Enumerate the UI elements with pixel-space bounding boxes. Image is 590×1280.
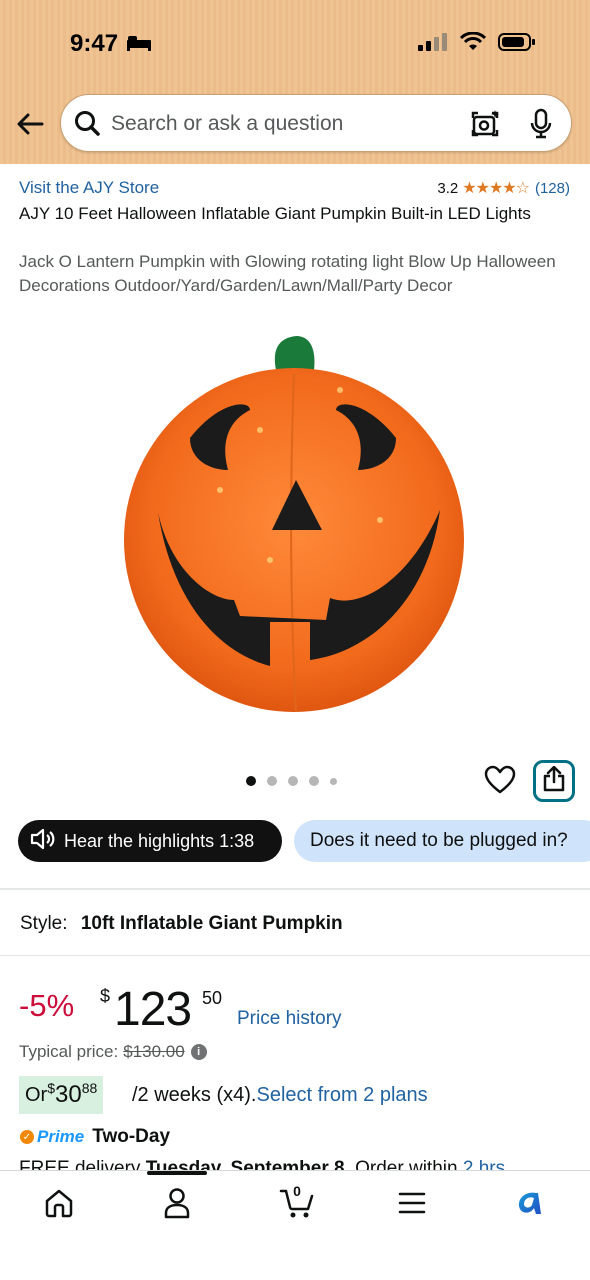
price-fraction: 50 [202,988,223,1008]
rufus-icon[interactable] [512,1186,548,1220]
visit-store-link[interactable]: Visit the AJY Store [19,178,159,198]
two-day-label: Two-Day [92,1126,171,1147]
question-chip[interactable]: Does it need to be plugged in? [294,820,590,862]
style-value: 10ft Inflatable Giant Pumpkin [80,913,343,934]
section-divider [0,955,590,956]
plan-details: /2 weeks (x4).Select from 2 plans [132,1084,428,1107]
speaker-icon [30,828,56,855]
typical-price-value: $130.00 [123,1042,185,1061]
hear-highlights-button[interactable]: Hear the highlights 1:38 [18,820,282,862]
section-divider [0,888,590,890]
installment-plan-badge: Or $ 30 88 [19,1076,104,1114]
typical-price: Typical price: $130.00 i [19,1042,207,1062]
price-whole: 123 [114,983,192,1036]
carousel-dot[interactable] [246,776,256,786]
wifi-icon [459,31,487,57]
share-button[interactable] [533,760,575,802]
home-icon[interactable] [41,1186,77,1220]
plan-cents: 88 [81,1080,98,1096]
carousel-dot[interactable] [309,776,319,786]
delivery-date: Tuesday, September 8 [145,1158,345,1170]
rating-count[interactable]: (128) [535,180,570,197]
star-rating-icon: ★★★★☆ [462,180,530,197]
camera-search-icon[interactable] [469,108,501,145]
rating-summary[interactable]: 3.2 ★★★★☆ (128) [437,178,570,198]
plan-prefix: Or [25,1083,48,1106]
delivery-middle: . Order within [344,1158,463,1170]
status-icons [418,31,536,57]
price-currency: $ [100,986,111,1006]
product-image[interactable] [110,330,480,730]
rating-value: 3.2 [437,179,459,197]
back-arrow-icon[interactable] [14,108,46,140]
style-label: Style: [20,913,68,934]
status-time: 9:47 [70,30,119,57]
discount-percent: -5% [19,988,75,1023]
carousel-dot[interactable] [267,776,277,786]
menu-icon[interactable] [394,1186,430,1220]
style-selector[interactable]: Style: 10ft Inflatable Giant Pumpkin [20,913,343,935]
info-icon[interactable]: i [190,1044,207,1060]
active-tab-indicator [147,1171,207,1175]
plan-amount: 30 [55,1081,82,1108]
microphone-icon[interactable] [527,108,555,145]
signal-icon [418,32,448,57]
account-icon[interactable] [159,1186,195,1220]
delivery-info: FREE delivery Tuesday, September 8. Orde… [19,1158,579,1170]
order-within-link[interactable]: 2 hrs [463,1158,505,1170]
delivery-prefix: FREE delivery [19,1158,146,1170]
product-title: AJY 10 Feet Halloween Inflatable Giant P… [19,204,531,223]
image-carousel-dots[interactable] [246,776,337,786]
prime-badge: ✓ Prime Two-Day [20,1126,170,1148]
search-placeholder: Search or ask a question [111,112,344,135]
product-subtitle: Jack O Lantern Pumpkin with Glowing rota… [19,252,556,295]
plan-period: /2 weeks (x4). [132,1084,257,1106]
app-header: 9:47 Search or ask a question [0,0,590,164]
search-icon [73,109,101,142]
battery-icon [498,32,536,57]
typical-price-label: Typical price: [19,1042,119,1061]
heart-icon[interactable] [484,765,516,800]
carousel-dot[interactable] [288,776,298,786]
plan-currency: $ [47,1080,56,1096]
select-plans-link[interactable]: Select from 2 plans [256,1084,427,1106]
price-history-link[interactable]: Price history [237,1008,342,1030]
prime-check-icon: ✓ [20,1130,34,1144]
highlights-label: Hear the highlights 1:38 [64,830,255,851]
cart-count-badge: 0 [293,1183,301,1199]
carousel-dot[interactable] [330,777,337,785]
prime-logo: Prime [37,1127,85,1146]
sleep-icon [126,34,152,57]
search-input[interactable]: Search or ask a question [60,94,572,152]
share-icon [542,765,566,797]
